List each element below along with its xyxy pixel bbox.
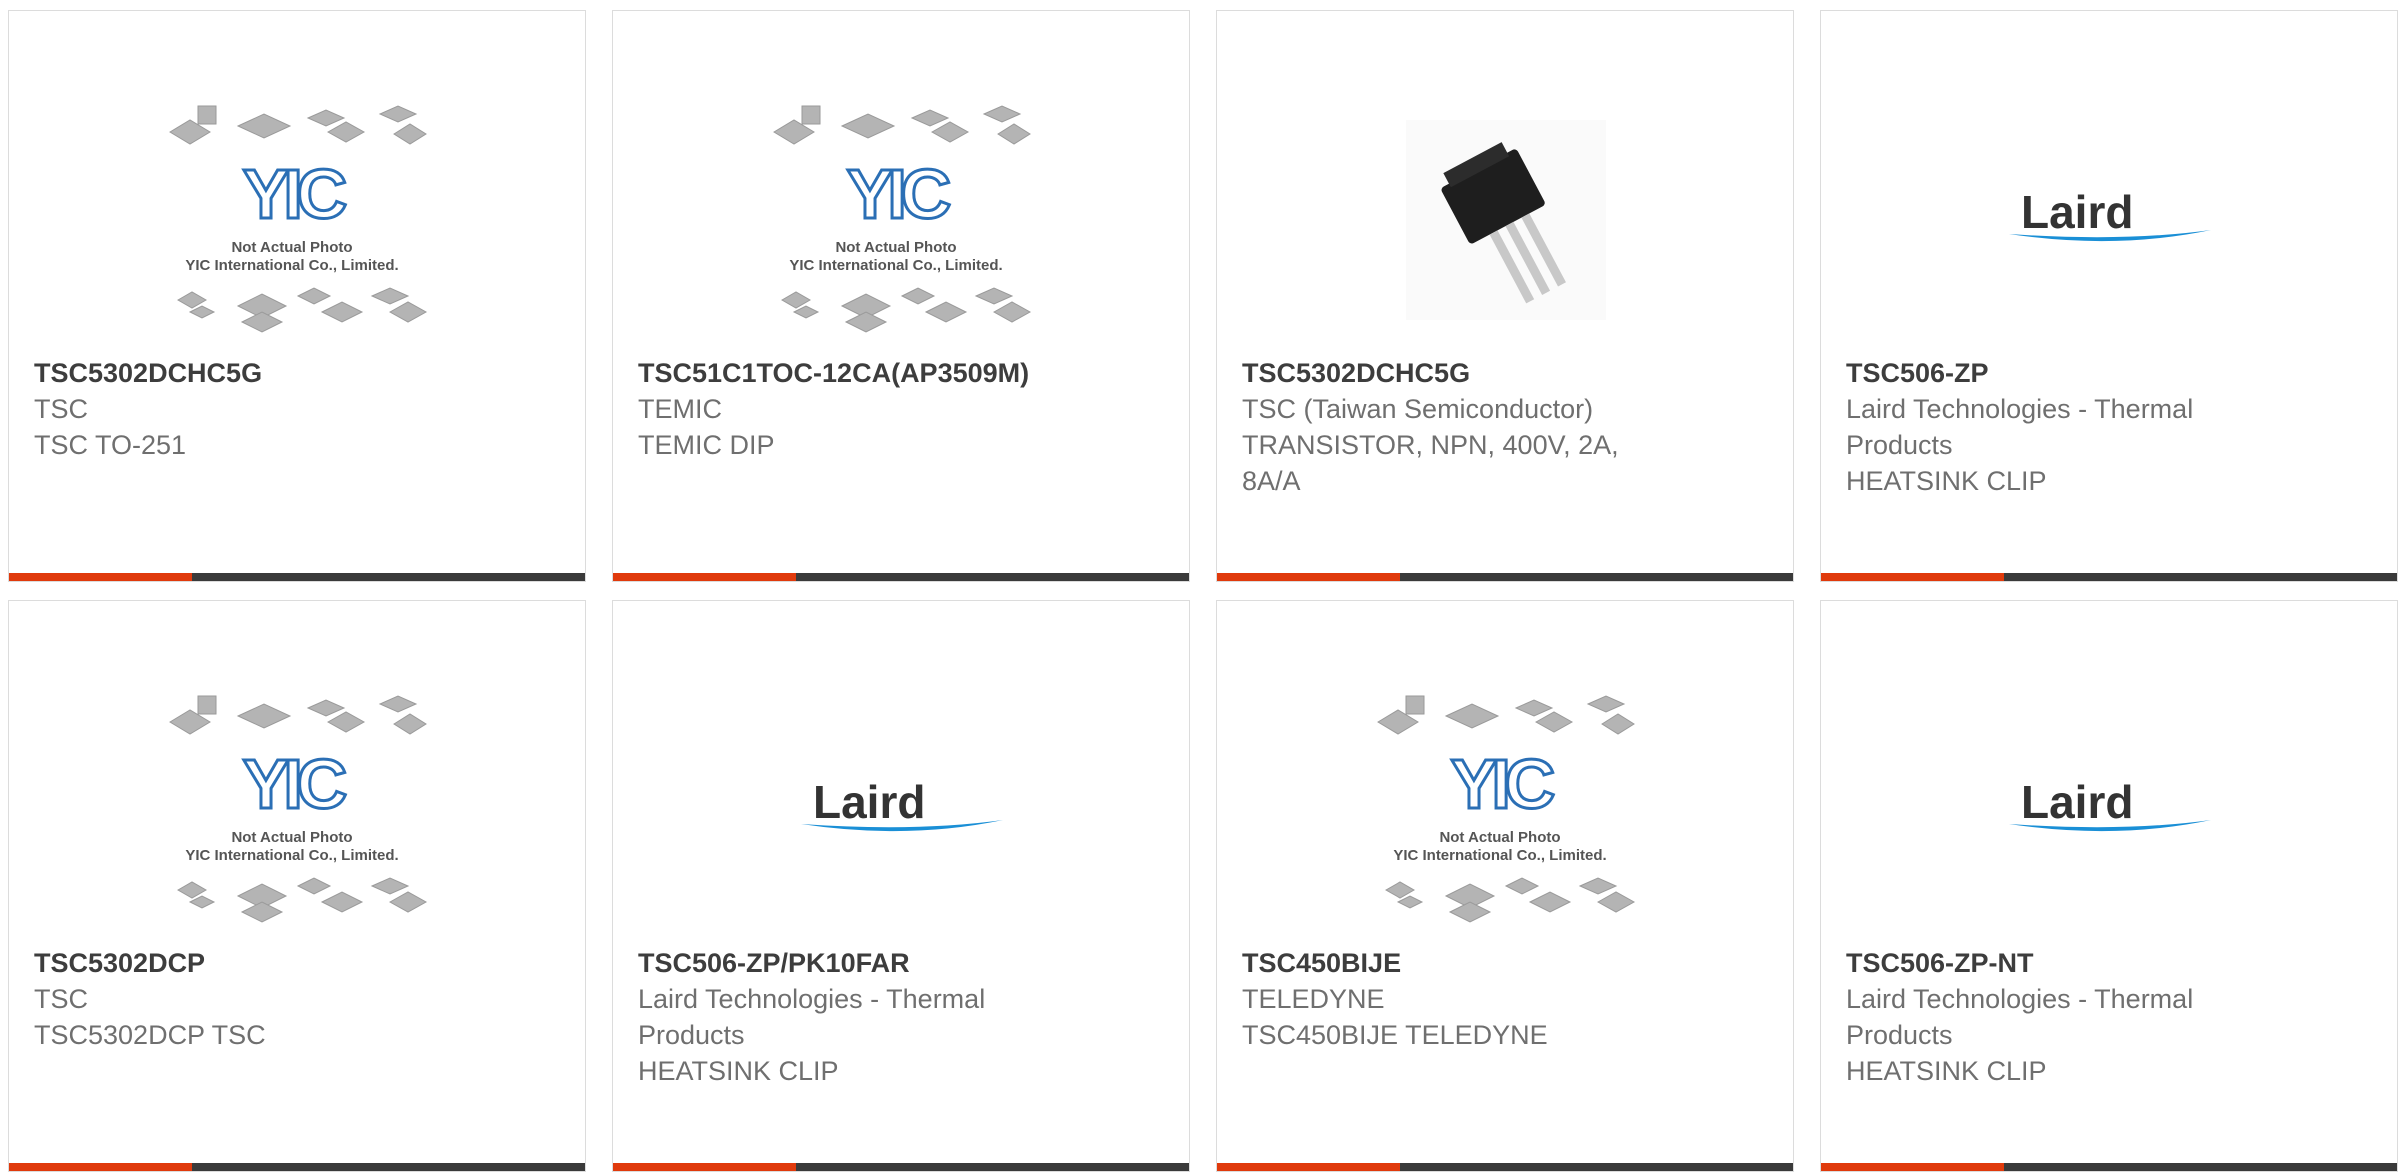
laird-logo[interactable]: Laird (1821, 675, 2397, 945)
product-card[interactable]: Laird TSC506-ZP/PK10FAR Laird Technologi… (612, 600, 1190, 1172)
card-footer-bar (1821, 1163, 2397, 1171)
placeholder-line2: YIC International Co., Limited. (789, 257, 1002, 274)
card-accent-bar (1821, 573, 2004, 581)
description-label: HEATSINK CLIP (1846, 1056, 2047, 1086)
yic-logo-text: YIC (1451, 745, 1554, 823)
part-number-link[interactable]: TSC506-ZP/PK10FAR (638, 945, 1078, 981)
card-footer-bar (9, 573, 585, 581)
part-number-link[interactable]: TSC5302DCHC5G (1242, 355, 1682, 391)
manufacturer-label: TSC (Taiwan Semiconductor) (1242, 394, 1594, 424)
card-accent-bar (613, 1163, 796, 1171)
product-card[interactable]: YIC Not Actual Photo YIC International C… (612, 10, 1190, 582)
description-label: TEMIC DIP (638, 430, 775, 460)
part-number-link[interactable]: TSC51C1TOC-12CA(AP3509M) (638, 355, 1078, 391)
card-footer-bar (1821, 573, 2397, 581)
product-card[interactable]: YIC Not Actual Photo YIC International C… (8, 10, 586, 582)
manufacturer-label: Laird Technologies - Thermal Products (1846, 984, 2194, 1050)
laird-logo-text: Laird (2021, 780, 2133, 828)
card-accent-bar (1821, 1163, 2004, 1171)
placeholder-line2: YIC International Co., Limited. (1393, 847, 1606, 864)
laird-logo[interactable]: Laird (613, 675, 1189, 945)
placeholder-line2: YIC International Co., Limited. (185, 847, 398, 864)
yic-placeholder-image[interactable]: YIC Not Actual Photo YIC International C… (9, 85, 585, 355)
card-accent-bar (9, 1163, 192, 1171)
card-accent-bar (9, 573, 192, 581)
product-grid: YIC Not Actual Photo YIC International C… (0, 0, 2400, 1172)
part-number-link[interactable]: TSC5302DCP (34, 945, 474, 981)
manufacturer-label: TSC (34, 394, 88, 424)
product-card[interactable]: Laird TSC506-ZP Laird Technologies - The… (1820, 10, 2398, 582)
part-number-link[interactable]: TSC506-ZP (1846, 355, 2286, 391)
transistor-photo[interactable] (1217, 85, 1793, 355)
yic-placeholder-image[interactable]: YIC Not Actual Photo YIC International C… (9, 675, 585, 945)
description-label: HEATSINK CLIP (638, 1056, 839, 1086)
manufacturer-label: Laird Technologies - Thermal Products (1846, 394, 2194, 460)
product-card[interactable]: YIC Not Actual Photo YIC International C… (1216, 600, 1794, 1172)
card-footer-bar (613, 573, 1189, 581)
placeholder-line1: Not Actual Photo (835, 239, 956, 256)
placeholder-line1: Not Actual Photo (231, 829, 352, 846)
laird-logo-text: Laird (2021, 190, 2133, 238)
yic-placeholder-image[interactable]: YIC Not Actual Photo YIC International C… (1217, 675, 1793, 945)
manufacturer-label: TELEDYNE (1242, 984, 1385, 1014)
manufacturer-label: TSC (34, 984, 88, 1014)
product-card[interactable]: YIC Not Actual Photo YIC International C… (8, 600, 586, 1172)
description-label: TSC5302DCP TSC (34, 1020, 266, 1050)
laird-logo-text: Laird (813, 780, 925, 828)
card-accent-bar (613, 573, 796, 581)
part-number-link[interactable]: TSC5302DCHC5G (34, 355, 474, 391)
placeholder-line2: YIC International Co., Limited. (185, 257, 398, 274)
part-number-link[interactable]: TSC506-ZP-NT (1846, 945, 2286, 981)
card-footer-bar (613, 1163, 1189, 1171)
card-accent-bar (1217, 1163, 1400, 1171)
placeholder-line1: Not Actual Photo (231, 239, 352, 256)
product-card[interactable]: Laird TSC506-ZP-NT Laird Technologies - … (1820, 600, 2398, 1172)
product-card[interactable]: TSC5302DCHC5G TSC (Taiwan Semiconductor)… (1216, 10, 1794, 582)
yic-logo-text: YIC (847, 155, 950, 233)
card-footer-bar (1217, 1163, 1793, 1171)
part-number-link[interactable]: TSC450BIJE (1242, 945, 1682, 981)
description-label: TSC TO-251 (34, 430, 187, 460)
description-label: HEATSINK CLIP (1846, 466, 2047, 496)
yic-placeholder-image[interactable]: YIC Not Actual Photo YIC International C… (613, 85, 1189, 355)
manufacturer-label: TEMIC (638, 394, 722, 424)
laird-logo[interactable]: Laird (1821, 85, 2397, 355)
description-label: TRANSISTOR, NPN, 400V, 2A, 8A/A (1242, 430, 1619, 496)
card-accent-bar (1217, 573, 1400, 581)
yic-logo-text: YIC (243, 155, 346, 233)
placeholder-line1: Not Actual Photo (1439, 829, 1560, 846)
description-label: TSC450BIJE TELEDYNE (1242, 1020, 1548, 1050)
yic-logo-text: YIC (243, 745, 346, 823)
card-footer-bar (1217, 573, 1793, 581)
card-footer-bar (9, 1163, 585, 1171)
manufacturer-label: Laird Technologies - Thermal Products (638, 984, 986, 1050)
